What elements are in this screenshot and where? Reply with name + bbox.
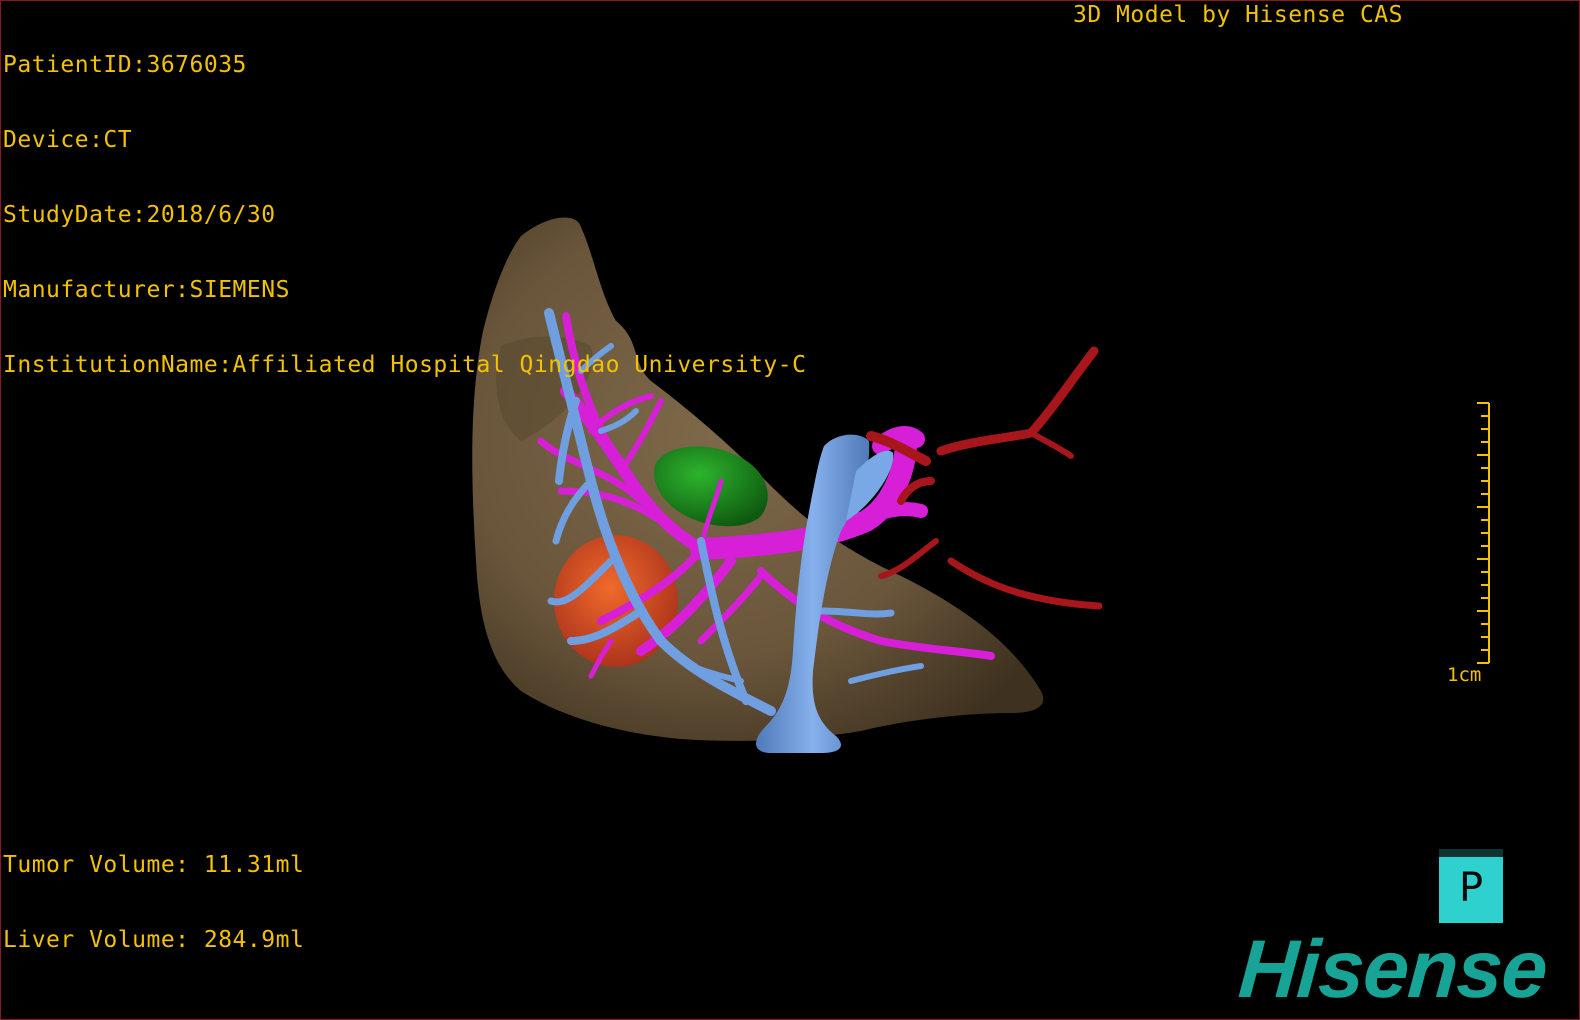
study-date-label: StudyDate:2018/6/30 — [3, 202, 276, 228]
orientation-cube[interactable]: P — [1439, 849, 1503, 923]
institution-label: InstitutionName:Affiliated Hospital Qing… — [3, 352, 807, 378]
model-credit: 3D Model by Hisense CAS — [1073, 2, 1403, 28]
tumor-volume-label: Tumor Volume: 11.31ml — [3, 852, 305, 878]
3d-viewport[interactable]: PatientID:3676035 Device:CT StudyDate:20… — [0, 0, 1580, 1020]
device-label: Device:CT — [3, 127, 133, 153]
artery — [866, 305, 1103, 827]
liver-volume-label: Liver Volume: 284.9ml — [3, 927, 305, 953]
hisense-logo: Hisense — [1235, 924, 1550, 1015]
scale-bar-label: 1cm — [1447, 664, 1482, 686]
manufacturer-label: Manufacturer:SIEMENS — [3, 277, 290, 303]
patient-id-label: PatientID:3676035 — [3, 52, 247, 78]
patient-info-overlay: PatientID:3676035 Device:CT StudyDate:20… — [3, 3, 806, 428]
scale-bar — [1477, 402, 1490, 664]
volume-overlay: Tumor Volume: 11.31ml Liver Volume: 284.… — [3, 803, 304, 1003]
orientation-label: P — [1458, 865, 1484, 911]
